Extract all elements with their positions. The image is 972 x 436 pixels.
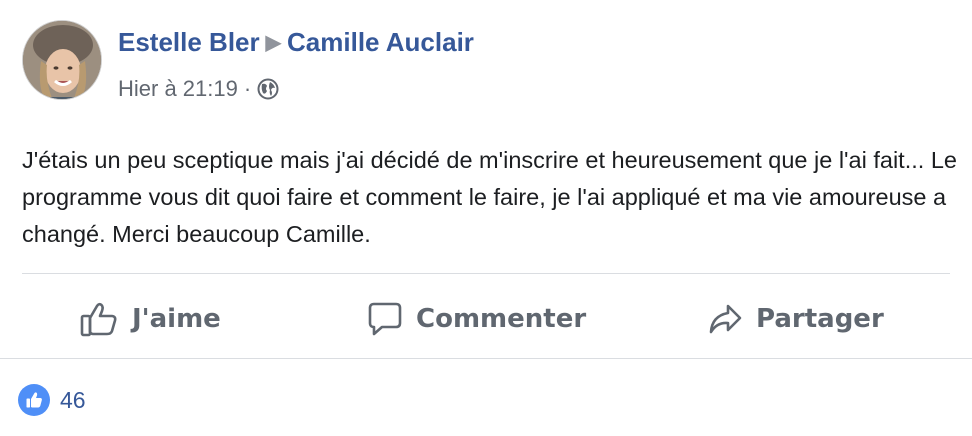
share-label: Partager — [756, 304, 884, 334]
post-timestamp[interactable]: Hier à 21:19 — [118, 76, 238, 102]
arrow-right-icon: ▶ — [265, 32, 282, 54]
recipient-name-link[interactable]: Camille Auclair — [287, 27, 474, 57]
post-meta: Hier à 21:19 · — [118, 76, 279, 102]
post-author-line: Estelle Bler ▶ Camille Auclair — [118, 27, 474, 58]
divider — [0, 358, 972, 359]
post-card: Estelle Bler ▶ Camille Auclair Hier à 21:1… — [0, 0, 972, 436]
post-actions-bar: J'aime Commenter Partager — [0, 280, 972, 358]
share-button[interactable]: Partager — [708, 280, 884, 358]
thumbs-up-icon — [80, 302, 117, 337]
author-name-link[interactable]: Estelle Bler — [118, 27, 260, 57]
comment-label: Commenter — [416, 304, 587, 334]
reaction-count[interactable]: 46 — [60, 387, 86, 414]
comment-icon — [368, 302, 402, 336]
divider — [22, 273, 950, 274]
avatar[interactable] — [22, 20, 102, 100]
avatar-image — [23, 21, 101, 99]
like-button[interactable]: J'aime — [80, 280, 221, 358]
post-body-text: J'étais un peu sceptique mais j'ai décid… — [22, 147, 957, 247]
comment-button[interactable]: Commenter — [368, 280, 586, 358]
thumbs-up-icon — [18, 384, 50, 416]
meta-separator: · — [243, 76, 252, 101]
globe-icon[interactable] — [257, 78, 279, 100]
reactions-summary[interactable]: 46 — [18, 382, 86, 418]
like-label: J'aime — [132, 304, 221, 334]
share-arrow-icon — [709, 304, 742, 334]
